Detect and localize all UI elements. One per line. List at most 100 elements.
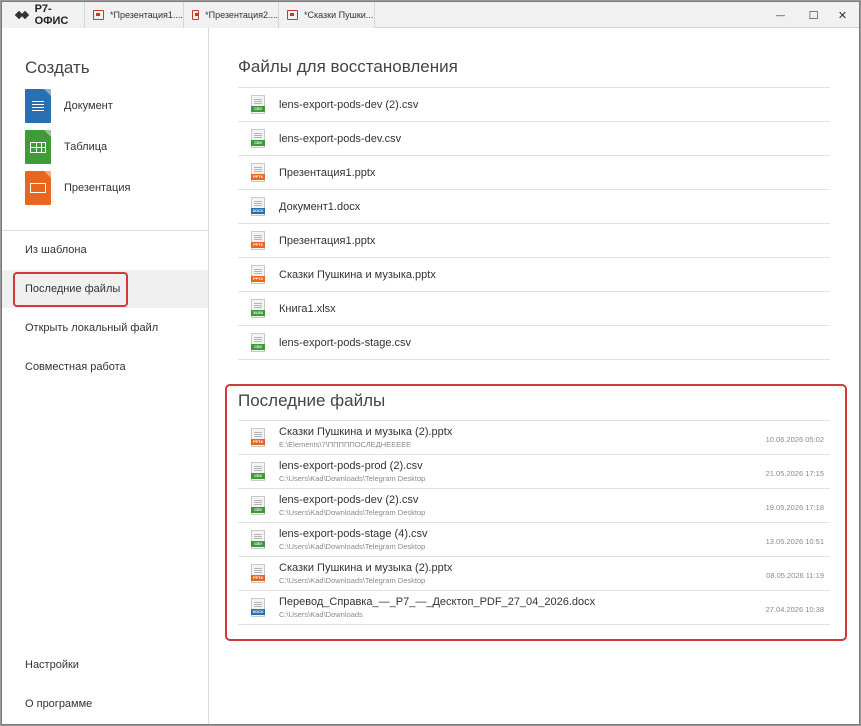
document-icon: [25, 89, 51, 123]
recovery-file-list: CSV lens-export-pods-dev (2).csv CSV lens-e…: [238, 87, 830, 360]
file-date: 13.05.2026 10:51: [765, 537, 824, 546]
file-type-tag: CSV: [251, 140, 265, 146]
brand-tab[interactable]: Р7-ОФИС: [2, 2, 84, 28]
file-name: lens-export-pods-dev (2).csv: [279, 98, 419, 111]
title-bar: Р7-ОФИС *Презентация1.... *Презентация2.…: [2, 2, 859, 28]
recovery-file-row[interactable]: CSV lens-export-pods-stage.csv: [238, 326, 830, 360]
recovery-file-row[interactable]: PPTX Презентация1.pptx: [238, 156, 830, 190]
spreadsheet-icon: [25, 130, 51, 164]
presentation-icon: [25, 171, 51, 205]
file-pptx-icon: PPTX: [251, 163, 265, 182]
file-pptx-icon: PPTX: [251, 265, 265, 284]
r7-logo-icon: [14, 10, 30, 20]
file-path: C:\Users\Kad\Downloads: [279, 610, 363, 619]
recovery-file-row[interactable]: PPTX Презентация1.pptx: [238, 224, 830, 258]
file-path: E:\Elements\7\ПППППОСЛЕДНЕЕЕЕЕ: [279, 440, 412, 449]
create-heading: Создать: [25, 58, 90, 77]
recovery-heading: Файлы для восстановления: [238, 57, 458, 76]
recent-file-row[interactable]: CSV lens-export-pods-dev (2).csv C:\Users\…: [238, 489, 830, 523]
create-document-label: Документ: [64, 100, 113, 112]
file-type-tag: CSV: [251, 344, 265, 350]
file-xlsx-icon: XLSX: [251, 299, 265, 318]
recovery-file-row[interactable]: CSV lens-export-pods-dev.csv: [238, 122, 830, 156]
presentation-icon: [192, 10, 200, 20]
file-csv-icon: CSV: [251, 496, 265, 515]
create-presentation-button[interactable]: Презентация: [25, 171, 130, 205]
file-type-tag: CSV: [251, 106, 265, 112]
recovery-file-row[interactable]: XLSX Книга1.xlsx: [238, 292, 830, 326]
tab-presentation-2[interactable]: *Презентация2....: [183, 2, 278, 28]
file-csv-icon: CSV: [251, 462, 265, 481]
file-name: Сказки Пушкина и музыка (2).pptx: [279, 562, 453, 574]
sidebar-item-settings[interactable]: Настройки: [2, 646, 208, 684]
tab-label: *Презентация1....: [110, 10, 183, 20]
recent-file-row[interactable]: DOCX Перевод_Справка_—_Р7_—_Десктоп_PDF_2…: [238, 591, 830, 625]
file-date: 19.05.2026 17:18: [765, 503, 824, 512]
file-name: Документ1.docx: [279, 200, 361, 213]
file-date: 27.04.2026 10:38: [765, 605, 824, 614]
app-window: Р7-ОФИС *Презентация1.... *Презентация2.…: [1, 1, 860, 725]
tab-presentation-1[interactable]: *Презентация1....: [84, 2, 183, 28]
file-csv-icon: CSV: [251, 530, 265, 549]
file-pptx-icon: PPTX: [251, 428, 265, 447]
sidebar-item-templates[interactable]: Из шаблона: [2, 231, 208, 269]
file-date: 08.05.2026 11:19: [766, 571, 824, 580]
file-date: 10.06.2026 05:02: [765, 435, 824, 444]
recent-file-row[interactable]: PPTX Сказки Пушкина и музыка (2).pptx C:\U…: [238, 557, 830, 591]
tab-skazki[interactable]: *Сказки Пушки...: [278, 2, 375, 28]
file-type-tag: PPTX: [251, 242, 265, 248]
file-name: lens-export-pods-dev.csv: [279, 132, 402, 145]
file-name: Книга1.xlsx: [279, 302, 336, 315]
recent-file-list: PPTX Сказки Пушкина и музыка (2).pptx E:\E…: [238, 420, 830, 625]
presentation-icon: [287, 10, 298, 20]
file-csv-icon: CSV: [251, 129, 265, 148]
create-document-button[interactable]: Документ: [25, 89, 113, 123]
recent-file-row[interactable]: CSV lens-export-pods-prod (2).csv C:\Users…: [238, 455, 830, 489]
create-spreadsheet-button[interactable]: Таблица: [25, 130, 107, 164]
minimize-button[interactable]: —: [764, 2, 797, 28]
file-path: C:\Users\Kad\Downloads\Telegram Desktop: [279, 508, 426, 517]
tab-label: *Презентация2....: [205, 10, 278, 20]
file-name: lens-export-pods-stage (4).csv: [279, 528, 428, 540]
close-icon: ✕: [837, 9, 848, 22]
file-type-tag: DOCX: [251, 609, 265, 615]
file-type-tag: PPTX: [251, 439, 265, 445]
file-pptx-icon: PPTX: [251, 231, 265, 250]
sidebar-item-label: Открыть локальный файл: [25, 322, 159, 334]
file-type-tag: XLSX: [251, 310, 265, 316]
file-csv-icon: CSV: [251, 95, 265, 114]
file-path: C:\Users\Kad\Downloads\Telegram Desktop: [279, 474, 426, 483]
file-pptx-icon: PPTX: [251, 564, 265, 583]
file-name: Презентация1.pptx: [279, 234, 376, 247]
file-name: Сказки Пушкина и музыка (2).pptx: [279, 426, 453, 438]
file-name: lens-export-pods-dev (2).csv: [279, 494, 419, 506]
maximize-icon: ☐: [808, 9, 819, 22]
recent-heading: Последние файлы: [238, 391, 386, 410]
sidebar-item-label: Из шаблона: [25, 244, 87, 256]
recovery-file-row[interactable]: PPTX Сказки Пушкина и музыка.pptx: [238, 258, 830, 292]
file-path: C:\Users\Kad\Downloads\Telegram Desktop: [279, 542, 426, 551]
file-name: lens-export-pods-stage.csv: [279, 336, 412, 349]
file-type-tag: PPTX: [251, 276, 265, 282]
highlight-frame: [13, 272, 128, 307]
file-name: lens-export-pods-prod (2).csv: [279, 460, 423, 472]
file-type-tag: CSV: [251, 473, 265, 479]
create-spreadsheet-label: Таблица: [64, 141, 108, 153]
file-name: Презентация1.pptx: [279, 166, 376, 179]
recent-file-row[interactable]: PPTX Сказки Пушкина и музыка (2).pptx E:\E…: [238, 421, 830, 455]
sidebar-item-collaboration[interactable]: Совместная работа: [2, 348, 208, 386]
close-button[interactable]: ✕: [826, 2, 859, 28]
sidebar-item-about[interactable]: О программе: [2, 685, 208, 723]
file-type-tag: CSV: [251, 541, 265, 547]
recent-file-row[interactable]: CSV lens-export-pods-stage (4).csv C:\User…: [238, 523, 830, 557]
file-csv-icon: CSV: [251, 333, 265, 352]
file-name: Перевод_Справка_—_Р7_—_Десктоп_PDF_27_04…: [279, 596, 596, 608]
sidebar: Создать Документ Таблица Презентация Из …: [2, 28, 209, 724]
file-path: C:\Users\Kad\Downloads\Telegram Desktop: [279, 576, 426, 585]
recovery-file-row[interactable]: DOCX Документ1.docx: [238, 190, 830, 224]
brand-label: Р7-ОФИС: [34, 3, 69, 27]
recovery-file-row[interactable]: CSV lens-export-pods-dev (2).csv: [238, 88, 830, 122]
sidebar-item-open-local[interactable]: Открыть локальный файл: [2, 309, 208, 347]
sidebar-item-label: Совместная работа: [25, 361, 126, 373]
file-type-tag: PPTX: [251, 174, 265, 180]
